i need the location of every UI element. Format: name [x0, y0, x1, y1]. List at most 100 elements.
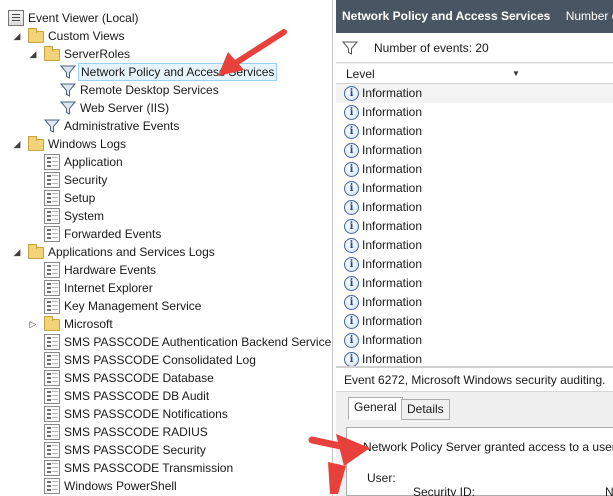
- tree-item-label: SMS PASSCODE Notifications: [64, 407, 228, 421]
- tree-item-hardware-events[interactable]: Hardware Events: [0, 261, 332, 279]
- event-row[interactable]: i Information: [336, 236, 613, 255]
- tab-details[interactable]: Details: [401, 399, 450, 420]
- information-icon: i: [344, 352, 359, 366]
- detail-message: Network Policy Server granted access to …: [363, 440, 613, 454]
- log-icon: [44, 262, 60, 278]
- event-level-label: Information: [362, 257, 423, 271]
- tree-item-label: Administrative Events: [64, 119, 180, 133]
- tree-item-web-server-iis[interactable]: Web Server (IIS): [0, 99, 332, 117]
- event-detail-title: Event 6272, Microsoft Windows security a…: [336, 368, 613, 392]
- tree-item-forwarded-events[interactable]: Forwarded Events: [0, 225, 332, 243]
- pane-header: Network Policy and Access Services Numbe…: [336, 0, 613, 33]
- tree-item-serverroles[interactable]: ◢ ServerRoles: [0, 45, 332, 63]
- tree-item-sms-passcode-radius[interactable]: SMS PASSCODE RADIUS: [0, 423, 332, 441]
- tree-item-sms-passcode-transmission[interactable]: SMS PASSCODE Transmission: [0, 459, 332, 477]
- event-row[interactable]: i Information: [336, 312, 613, 331]
- event-row[interactable]: i Information: [336, 350, 613, 366]
- tree-item-label: ServerRoles: [64, 47, 131, 61]
- folder-icon: [28, 244, 44, 259]
- tree-item-label: Security: [64, 173, 108, 187]
- tree-item-sms-passcode-db-audit[interactable]: SMS PASSCODE DB Audit: [0, 387, 332, 405]
- event-row[interactable]: i Information: [336, 160, 613, 179]
- tree-item-key-management-service[interactable]: Key Management Service: [0, 297, 332, 315]
- event-level-label: Information: [362, 124, 423, 138]
- log-icon: [44, 154, 60, 170]
- tree-item-label: Applications and Services Logs: [48, 245, 215, 259]
- event-row[interactable]: i Information: [336, 331, 613, 350]
- log-icon: [44, 334, 60, 350]
- tree-item-internet-explorer[interactable]: Internet Explorer: [0, 279, 332, 297]
- event-row[interactable]: i Information: [336, 198, 613, 217]
- log-icon: [44, 298, 60, 314]
- filter-icon[interactable]: [342, 40, 358, 56]
- information-icon: i: [344, 143, 359, 158]
- folder-icon: [44, 316, 60, 331]
- tree-item-windows-logs[interactable]: ◢ Windows Logs: [0, 135, 332, 153]
- tree-item-windows-powershell[interactable]: Windows PowerShell: [0, 477, 332, 495]
- collapse-arrow-icon[interactable]: ◢: [12, 27, 22, 45]
- filter-icon: [44, 119, 60, 133]
- tree-item-sms-passcode-consolidated-log[interactable]: SMS PASSCODE Consolidated Log: [0, 351, 332, 369]
- event-level-label: Information: [362, 162, 423, 176]
- tree-item-network-policy[interactable]: Network Policy and Access Services: [0, 63, 332, 81]
- event-row[interactable]: i Information: [336, 141, 613, 160]
- tree-item-label: System: [64, 209, 105, 223]
- pane-title: Network Policy and Access Services: [342, 9, 551, 23]
- tree-item-label: Event Viewer (Local): [28, 11, 139, 25]
- event-row[interactable]: i Information: [336, 84, 613, 103]
- tree-item-label: Internet Explorer: [64, 281, 153, 295]
- event-level-label: Information: [362, 333, 423, 347]
- tree-item-label: Windows PowerShell: [64, 479, 177, 493]
- event-level-label: Information: [362, 143, 423, 157]
- log-icon: [44, 442, 60, 458]
- information-icon: i: [344, 124, 359, 139]
- information-icon: i: [344, 181, 359, 196]
- expand-arrow-icon[interactable]: ▷: [28, 315, 38, 333]
- event-row[interactable]: i Information: [336, 255, 613, 274]
- tree-item-sms-passcode-database[interactable]: SMS PASSCODE Database: [0, 369, 332, 387]
- tree-item-event-viewer-local[interactable]: Event Viewer (Local): [0, 9, 332, 27]
- navigation-tree[interactable]: Event Viewer (Local) ◢ Custom Views ◢ Server…: [0, 0, 333, 496]
- collapse-arrow-icon[interactable]: ◢: [12, 243, 22, 261]
- tree-item-system[interactable]: System: [0, 207, 332, 225]
- folder-icon: [28, 28, 44, 43]
- folder-icon: [44, 46, 60, 61]
- event-row[interactable]: i Information: [336, 122, 613, 141]
- tree-item-label: Custom Views: [48, 29, 125, 43]
- tree-item-label: Microsoft: [64, 317, 113, 331]
- column-header-level[interactable]: Level ▼: [336, 64, 613, 84]
- information-icon: i: [344, 238, 359, 253]
- tree-item-custom-views[interactable]: ◢ Custom Views: [0, 27, 332, 45]
- tree-item-microsoft[interactable]: ▷ Microsoft: [0, 315, 332, 333]
- tree-item-administrative-events[interactable]: Administrative Events: [0, 117, 332, 135]
- tree-item-remote-desktop-services[interactable]: Remote Desktop Services: [0, 81, 332, 99]
- detail-tabs: General Details: [336, 392, 613, 422]
- tree-item-label: Key Management Service: [64, 299, 202, 313]
- event-row[interactable]: i Information: [336, 217, 613, 236]
- folder-icon: [28, 136, 44, 151]
- tree-item-setup[interactable]: Setup: [0, 189, 332, 207]
- event-row[interactable]: i Information: [336, 179, 613, 198]
- tree-item-sms-passcode-security[interactable]: SMS PASSCODE Security: [0, 441, 332, 459]
- tree-item-label: SMS PASSCODE DB Audit: [64, 389, 210, 403]
- log-icon: [44, 388, 60, 404]
- tree-item-applications-and-services-logs[interactable]: ◢ Applications and Services Logs: [0, 243, 332, 261]
- log-icon: [44, 172, 60, 188]
- information-icon: i: [344, 86, 359, 101]
- collapse-arrow-icon[interactable]: ◢: [12, 135, 22, 153]
- event-row[interactable]: i Information: [336, 293, 613, 312]
- tree-item-application[interactable]: Application: [0, 153, 332, 171]
- tree-item-label: Windows Logs: [48, 137, 127, 151]
- tree-item-sms-passcode-auth-backend[interactable]: SMS PASSCODE Authentication Backend Serv…: [0, 333, 332, 351]
- tab-general[interactable]: General: [348, 397, 403, 420]
- tree-item-security[interactable]: Security: [0, 171, 332, 189]
- tree-item-label: SMS PASSCODE Consolidated Log: [64, 353, 256, 367]
- filter-icon: [60, 65, 76, 79]
- information-icon: i: [344, 200, 359, 215]
- information-icon: i: [344, 257, 359, 272]
- tree-item-sms-passcode-notifications[interactable]: SMS PASSCODE Notifications: [0, 405, 332, 423]
- event-row[interactable]: i Information: [336, 103, 613, 122]
- event-list[interactable]: i Information i Information i Information i Inf…: [336, 84, 613, 366]
- event-row[interactable]: i Information: [336, 274, 613, 293]
- collapse-arrow-icon[interactable]: ◢: [28, 45, 38, 63]
